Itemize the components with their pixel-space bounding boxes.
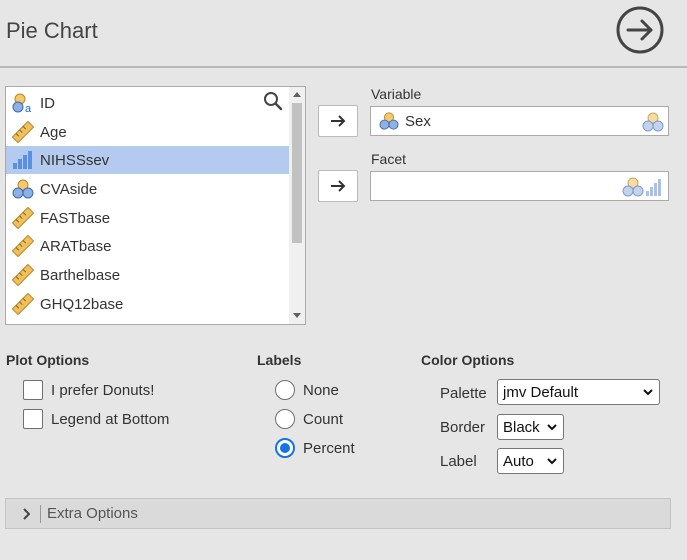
variable-label: Age xyxy=(40,123,67,141)
extra-options-label: Extra Options xyxy=(47,505,138,522)
label-color-label: Label xyxy=(440,453,477,470)
arrow-circle-right-icon xyxy=(616,6,664,54)
radio-percent-label: Percent xyxy=(303,440,355,457)
radio-none[interactable] xyxy=(275,380,295,400)
variable-label: ARATbase xyxy=(40,237,112,255)
move-to-facet-button[interactable] xyxy=(318,170,358,202)
variable-list-item[interactable]: FASTbase xyxy=(6,204,289,232)
variable-list-item[interactable]: NIHSSsev xyxy=(6,146,289,174)
facet-target-label: Facet xyxy=(371,151,407,167)
variable-label: NIHSSsev xyxy=(40,151,110,169)
donut-checkbox-label: I prefer Donuts! xyxy=(51,382,155,399)
run-arrow-button[interactable] xyxy=(615,5,665,55)
scroll-down-arrow[interactable] xyxy=(293,313,301,318)
border-label: Border xyxy=(440,419,486,436)
circles-icon xyxy=(12,179,34,199)
arrow-right-icon xyxy=(331,115,346,127)
variable-list-item[interactable]: Age xyxy=(6,118,289,146)
legend-bottom-checkbox-label: Legend at Bottom xyxy=(51,411,170,428)
plot-options-title: Plot Options xyxy=(6,352,90,368)
label-color-select-value: Auto xyxy=(503,452,534,470)
nominal-ordinal-type-icon xyxy=(622,177,661,197)
variable-list-item[interactable]: Barthelbase xyxy=(6,261,289,289)
extra-options-panel[interactable]: Extra Options xyxy=(5,498,671,529)
variable-label: GHQ12base xyxy=(40,295,124,313)
variable-target-value: Sex xyxy=(405,112,431,130)
facet-target-box[interactable] xyxy=(370,171,669,201)
radio-count-label: Count xyxy=(303,411,344,428)
variable-target-label: Variable xyxy=(371,86,422,102)
search-icon[interactable] xyxy=(263,91,283,111)
variable-list-item[interactable]: GHQ12base xyxy=(6,290,289,318)
border-select[interactable]: Black xyxy=(497,414,564,440)
variable-target-box[interactable]: Sex xyxy=(370,106,669,136)
scroll-up-arrow[interactable] xyxy=(293,92,301,97)
donut-checkbox[interactable] xyxy=(23,380,43,400)
palette-select-value: jmv Default xyxy=(503,383,579,401)
svg-text:a: a xyxy=(25,103,32,114)
variable-label: ID xyxy=(40,94,55,112)
variable-label: Barthelbase xyxy=(40,266,121,284)
circles-icon xyxy=(379,112,399,130)
move-to-variable-button[interactable] xyxy=(318,105,358,137)
chevron-right-icon xyxy=(23,507,30,520)
variable-list-item[interactable]: CVAside xyxy=(6,175,289,203)
title-divider xyxy=(0,66,687,68)
bar-chart-icon xyxy=(13,151,32,169)
arrow-right-icon xyxy=(331,180,346,192)
extra-options-separator xyxy=(40,504,41,523)
variable-label: CVAside xyxy=(40,180,98,198)
label-color-select[interactable]: Auto xyxy=(497,448,564,474)
border-select-value: Black xyxy=(503,418,540,436)
nominal-text-icon: a xyxy=(12,93,32,114)
ruler-icon xyxy=(12,121,34,143)
ruler-icon xyxy=(12,207,34,229)
ruler-icon xyxy=(12,293,34,315)
chevron-down-icon xyxy=(547,424,557,431)
scrollbar-thumb[interactable] xyxy=(292,103,302,243)
nominal-type-icon xyxy=(642,112,664,132)
ruler-icon xyxy=(12,235,34,257)
chevron-down-icon xyxy=(643,389,653,396)
legend-bottom-checkbox[interactable] xyxy=(23,409,43,429)
palette-select[interactable]: jmv Default xyxy=(497,379,660,405)
labels-title: Labels xyxy=(257,352,302,368)
chevron-down-icon xyxy=(547,458,557,465)
radio-percent[interactable] xyxy=(275,438,295,458)
variable-list-item[interactable]: ARATbase xyxy=(6,232,289,260)
ruler-icon xyxy=(12,264,34,286)
palette-label: Palette xyxy=(440,385,487,402)
variable-list[interactable]: a ID Age NIHSSsev CVAside FASTbase ARATb… xyxy=(5,86,306,325)
radio-count[interactable] xyxy=(275,409,295,429)
scrollbar[interactable] xyxy=(289,87,305,324)
variable-list-item[interactable]: a ID xyxy=(6,89,289,117)
radio-none-label: None xyxy=(303,382,339,399)
page-title: Pie Chart xyxy=(6,18,98,43)
variable-label: FASTbase xyxy=(40,209,111,227)
color-options-title: Color Options xyxy=(421,352,515,368)
